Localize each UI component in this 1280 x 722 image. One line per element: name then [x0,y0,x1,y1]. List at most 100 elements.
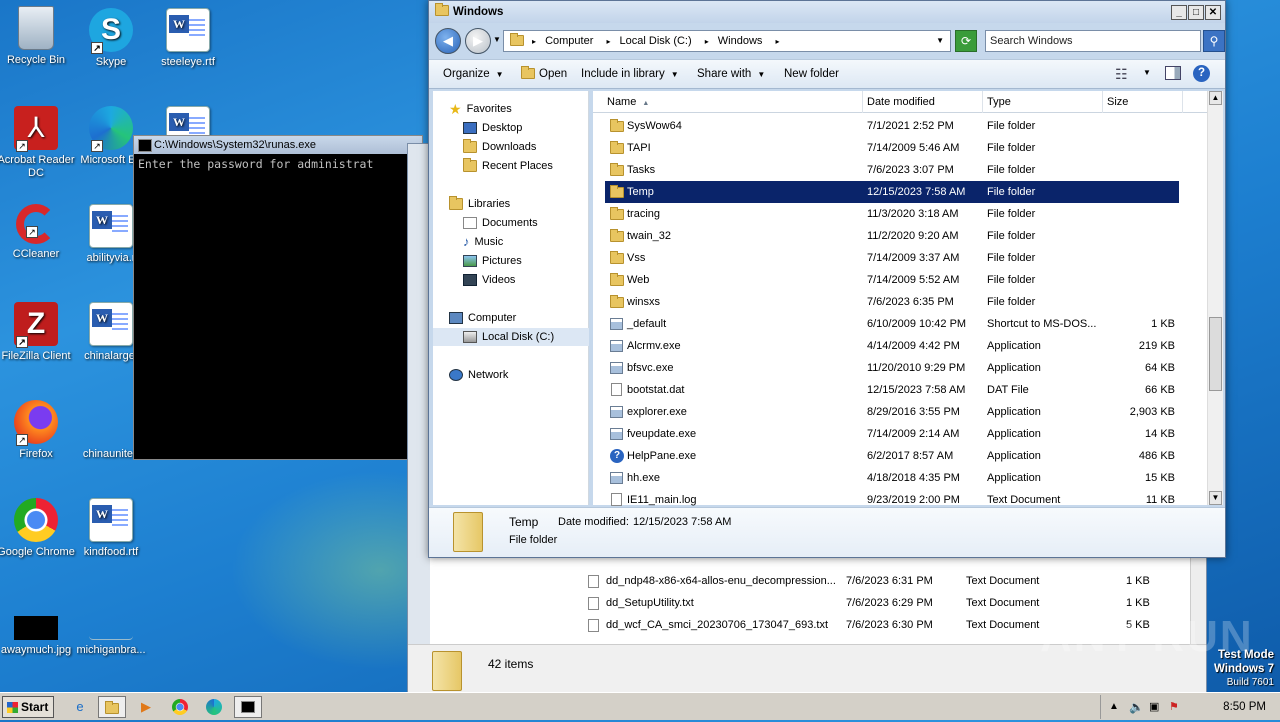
media-player-icon[interactable]: ▶ [132,696,160,718]
breadcrumb-separator-icon[interactable]: ▸ [606,37,610,46]
file-row[interactable]: hh.exe 4/18/2018 4:35 PM Application 15 KB [605,467,1179,489]
breadcrumb-computer[interactable]: Computer [545,35,593,47]
file-row[interactable]: winsxs 7/6/2023 6:35 PM File folder [605,291,1179,313]
desktop-icon-michiganbra[interactable]: michiganbra... [71,616,151,657]
help-icon[interactable]: ? [1193,65,1210,82]
search-input[interactable]: Search Windows [985,30,1201,52]
file-row[interactable]: TAPI 7/14/2009 5:46 AM File folder [605,137,1179,159]
nav-network[interactable]: Network [449,366,508,384]
include-in-library-button[interactable]: Include in library ▼ [581,68,679,80]
scroll-down-icon[interactable]: ▼ [1209,491,1222,505]
tray-expand-icon[interactable]: ▲ [1109,695,1119,719]
library-icon [449,196,463,211]
clock[interactable]: 8:50 PM [1223,695,1266,719]
address-dropdown-icon[interactable]: ▼ [936,31,944,51]
desktop-icon-filezilla[interactable]: Z ↗ FileZilla Client [0,302,76,363]
runas-console-window[interactable]: C:\Windows\System32\runas.exe Enter the … [133,135,423,460]
explorer-window[interactable]: Windows _ □ ✕ ◀ ▶ ▼ ▸ Computer ▸ Local D… [428,0,1226,558]
close-button[interactable]: ✕ [1205,5,1221,20]
file-name: Web [627,274,650,286]
file-row[interactable]: Tasks 7/6/2023 3:07 PM File folder [605,159,1179,181]
file-row[interactable]: Vss 7/14/2009 3:37 AM File folder [605,247,1179,269]
nav-documents[interactable]: Documents [463,214,538,232]
nav-libraries[interactable]: Libraries [449,195,510,213]
file-row[interactable]: fveupdate.exe 7/14/2009 2:14 AM Applicatio… [605,423,1179,445]
list-item[interactable]: dd_ndp48-x86-x64-allos-enu_decompression… [588,570,1188,592]
start-button[interactable]: Start [2,696,54,718]
scroll-thumb[interactable] [1209,317,1222,391]
desktop-icon-awaymuch[interactable]: awaymuch.jpg [0,616,76,657]
nav-local-disk[interactable]: Local Disk (C:) [433,328,589,346]
maximize-button[interactable]: □ [1188,5,1204,20]
nav-computer[interactable]: Computer [449,309,516,327]
forward-button[interactable]: ▶ [465,28,491,54]
file-row[interactable]: explorer.exe 8/29/2016 3:55 PM Application… [605,401,1179,423]
open-button[interactable]: Open [521,66,567,80]
help-icon: ? [610,449,624,463]
edge-taskbar-icon[interactable] [200,696,228,718]
desktop-icon-recycle-bin[interactable]: Recycle Bin [0,6,76,67]
file-date: 7/6/2023 6:35 PM [867,296,954,308]
desktop-icon-acrobat[interactable]: ⅄ ↗ Acrobat Reader DC [0,106,76,180]
view-dropdown-icon[interactable]: ▼ [1143,68,1151,77]
scroll-up-icon[interactable]: ▲ [1209,91,1222,105]
search-icon[interactable]: ⚲ [1203,30,1225,52]
address-bar[interactable]: ▸ Computer ▸ Local Disk (C:) ▸ Windows ▸… [503,30,951,52]
breadcrumb-separator-icon[interactable]: ▸ [775,37,779,46]
file-row[interactable]: ? HelpPane.exe 6/2/2017 8:57 AM Application… [605,445,1179,467]
nav-recent-places[interactable]: Recent Places [463,157,553,175]
desktop-icon-ccleaner[interactable]: ↗ CCleaner [0,204,76,261]
back-button[interactable]: ◀ [435,28,461,54]
nav-videos[interactable]: Videos [463,271,515,289]
computer-icon [449,312,463,325]
action-center-icon[interactable]: ⚑ [1169,695,1179,719]
column-type[interactable]: Type [983,91,1103,113]
breadcrumb-windows[interactable]: Windows [718,35,763,47]
network-tray-icon[interactable]: ▣ [1149,695,1159,719]
desktop-icon-chrome[interactable]: Google Chrome [0,498,76,559]
nav-music[interactable]: ♪ Music [463,233,503,251]
file-row[interactable]: twain_32 11/2/2020 9:20 AM File folder [605,225,1179,247]
list-item[interactable]: dd_SetupUtility.txt 7/6/2023 6:29 PM Tex… [588,592,1188,614]
preview-pane-icon[interactable] [1165,66,1181,80]
file-name: tracing [627,208,661,220]
refresh-button[interactable]: ⟳ [955,30,977,52]
file-list-scrollbar[interactable]: ▲ ▼ [1207,91,1223,505]
share-with-button[interactable]: Share with ▼ [697,68,765,80]
recent-places-icon [463,158,477,173]
explorer-taskbar-button[interactable] [98,696,126,718]
file-row[interactable]: Alcrmv.exe 4/14/2009 4:42 PM Application 21… [605,335,1179,357]
file-row[interactable]: Web 7/14/2009 5:52 AM File folder [605,269,1179,291]
breadcrumb-local-disk[interactable]: Local Disk (C:) [620,35,692,47]
column-date-modified[interactable]: Date modified [863,91,983,113]
minimize-button[interactable]: _ [1171,5,1187,20]
desktop-icon-steeleye[interactable]: W steeleye.rtf [148,8,228,69]
breadcrumb-separator-icon[interactable]: ▸ [532,37,536,46]
file-row[interactable]: Temp 12/15/2023 7:58 AM File folder [605,181,1179,203]
file-row[interactable]: SysWow64 7/1/2021 2:52 PM File folder [605,115,1179,137]
file-row[interactable]: bfsvc.exe 11/20/2010 9:29 PM Application 64… [605,357,1179,379]
view-options-icon[interactable]: ☷ [1115,66,1128,83]
nav-downloads[interactable]: Downloads [463,138,536,156]
ie-icon[interactable]: e [66,696,94,718]
nav-pictures[interactable]: Pictures [463,252,522,270]
organize-button[interactable]: Organize ▼ [443,68,504,80]
breadcrumb-separator-icon[interactable]: ▸ [705,37,709,46]
speaker-icon[interactable]: 🔈 [1129,695,1144,719]
desktop-icon-skype[interactable]: S ↗ Skype [71,8,151,69]
file-row[interactable]: _default 6/10/2009 10:42 PM Shortcut to MS… [605,313,1179,335]
column-name[interactable]: Name ▲ [601,91,863,113]
file-row[interactable]: tracing 11/3/2020 3:18 AM File folder [605,203,1179,225]
chrome-taskbar-icon[interactable] [166,696,194,718]
file-row[interactable]: bootstat.dat 12/15/2023 7:58 AM DAT File 66… [605,379,1179,401]
column-size[interactable]: Size [1103,91,1183,113]
nav-favorites[interactable]: ★ Favorites [449,100,512,118]
recent-pages-dropdown[interactable]: ▼ [493,35,501,44]
window-titlebar[interactable]: Windows _ □ ✕ [429,1,1225,23]
console-taskbar-button[interactable] [234,696,262,718]
nav-desktop[interactable]: Desktop [463,119,522,137]
desktop-icon-kindfood[interactable]: W kindfood.rtf [71,498,151,559]
file-name: Alcrmv.exe [627,340,681,352]
new-folder-button[interactable]: New folder [784,68,839,80]
desktop-icon-firefox[interactable]: ↗ Firefox [0,400,76,461]
